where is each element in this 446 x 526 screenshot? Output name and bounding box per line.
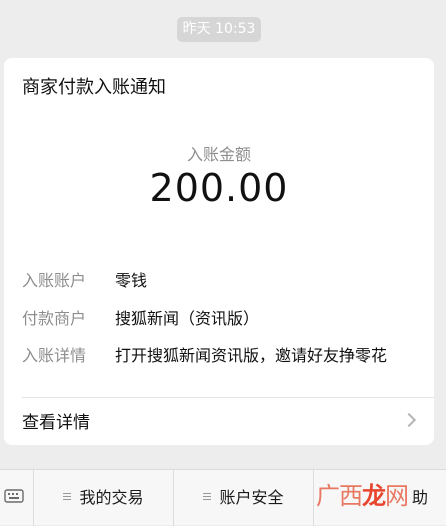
watermark-text-2: 龙 — [362, 482, 386, 510]
menu-icon — [63, 492, 72, 503]
row-value: 零钱 — [115, 271, 148, 290]
message-timestamp: 昨天 10:53 — [177, 17, 261, 42]
tab-label: 助 — [411, 488, 428, 507]
chevron-right-icon — [401, 412, 417, 428]
row-value: 搜狐新闻（资讯版） — [115, 309, 260, 328]
info-row-detail: 入账详情 打开搜狐新闻资讯版，邀请好友挣零花 — [22, 344, 416, 368]
row-value: 打开搜狐新闻资讯版，邀请好友挣零花 — [115, 346, 388, 365]
view-details-link[interactable]: 查看详情 — [4, 398, 434, 445]
site-watermark: 广西龙网 — [316, 478, 409, 514]
tab-label: 我的交易 — [79, 488, 144, 507]
info-row-account: 入账账户 零钱 — [22, 269, 416, 293]
tab-account-security[interactable]: 账户安全 — [174, 470, 314, 526]
keyboard-icon — [4, 489, 24, 503]
row-label: 入账账户 — [22, 271, 87, 290]
view-details-label: 查看详情 — [22, 413, 90, 433]
menu-icon — [203, 492, 212, 503]
amount-value: 200.00 — [149, 166, 289, 210]
keyboard-toggle-button[interactable] — [0, 470, 34, 526]
amount-label: 入账金额 — [186, 145, 251, 164]
tab-label: 账户安全 — [219, 488, 284, 507]
watermark-text-3: 网 — [385, 482, 409, 510]
row-label: 入账详情 — [22, 346, 87, 365]
row-label: 付款商户 — [22, 309, 87, 328]
info-row-merchant: 付款商户 搜狐新闻（资讯版） — [22, 307, 416, 331]
tab-my-transactions[interactable]: 我的交易 — [34, 470, 174, 526]
card-title: 商家付款入账通知 — [22, 77, 166, 98]
watermark-text-1: 广西 — [316, 482, 363, 510]
payment-notification-card[interactable]: 商家付款入账通知 入账金额 200.00 入账账户 零钱 付款商户 搜狐新闻（资… — [4, 58, 434, 445]
